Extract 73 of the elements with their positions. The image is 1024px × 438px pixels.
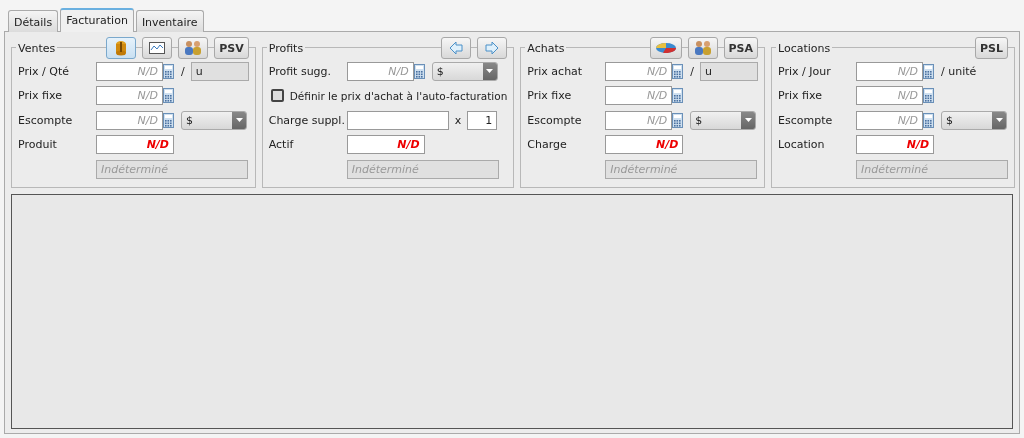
dropdown-arrow-icon	[486, 69, 494, 74]
field-label: Charge suppl.	[268, 113, 346, 127]
field-label: Prix fixe	[18, 89, 63, 103]
right-arrow-icon	[485, 41, 500, 55]
chart-icon	[149, 42, 166, 54]
quantity-field[interactable]: 1	[467, 110, 498, 130]
tab[interactable]: Facturation	[60, 8, 134, 32]
group-title: Achats	[525, 41, 567, 55]
people-icon	[184, 40, 203, 56]
total-field: N/D	[96, 135, 174, 155]
multiplier-sign: x	[454, 113, 462, 127]
calculator-icon[interactable]	[672, 112, 684, 128]
icon-button[interactable]	[649, 37, 682, 59]
field-label: Prix / Qté	[18, 64, 70, 78]
calculator-icon[interactable]	[923, 63, 935, 79]
currency-select[interactable]: $	[181, 110, 247, 130]
coin-stack-icon	[115, 40, 128, 56]
field-label: Charge	[527, 138, 568, 152]
group-title: Ventes	[16, 41, 58, 55]
unit-separator: /	[690, 64, 695, 78]
icon-button[interactable]	[106, 37, 137, 59]
note-field: Indéterminé	[96, 159, 248, 179]
icon-button[interactable]	[687, 37, 718, 59]
icon-button[interactable]	[142, 37, 173, 59]
action-button[interactable]: PSL	[975, 37, 1009, 59]
field-label: Escompte	[527, 113, 583, 127]
tab[interactable]: Inventaire	[135, 10, 204, 32]
field-label: Escompte	[18, 113, 74, 127]
calculator-icon[interactable]	[163, 112, 174, 128]
calculator-icon[interactable]	[923, 112, 935, 128]
note-field: Indéterminé	[605, 159, 758, 179]
pie-chart-icon	[654, 42, 677, 54]
checkbox[interactable]	[270, 89, 284, 103]
dropdown-arrow-icon	[995, 118, 1003, 123]
calculator-icon[interactable]	[923, 88, 935, 104]
group-title: Profits	[266, 41, 306, 55]
left-arrow-icon	[449, 41, 464, 55]
calculator-icon[interactable]	[413, 63, 425, 79]
action-button[interactable]: PSA	[723, 37, 759, 59]
total-field: N/D	[605, 135, 684, 155]
currency-select[interactable]: $	[690, 110, 757, 130]
field-label: Profit sugg.	[268, 64, 333, 78]
field-label: Prix achat	[527, 64, 584, 78]
field-label: Produit	[18, 138, 58, 152]
unit-text: / unité	[941, 64, 977, 78]
field-label: Prix / Jour	[778, 64, 832, 78]
dropdown-arrow-icon	[235, 118, 243, 123]
people-icon	[693, 40, 712, 56]
unit-separator: /	[181, 64, 185, 78]
field-label: Prix fixe	[527, 89, 573, 103]
field-label: Escompte	[778, 113, 834, 127]
icon-button[interactable]	[178, 37, 209, 59]
unit-field: u	[190, 61, 249, 81]
currency-select[interactable]: $	[431, 61, 498, 81]
unit-field: u	[700, 61, 759, 81]
total-field: N/D	[346, 135, 425, 155]
currency-select[interactable]: $	[941, 110, 1008, 130]
calculator-icon[interactable]	[672, 63, 684, 79]
calculator-icon[interactable]	[163, 88, 174, 104]
tab[interactable]: Détails	[8, 10, 59, 32]
field-label: Actif	[268, 138, 295, 152]
note-field: Indéterminé	[346, 159, 499, 179]
checkbox-label: Définir le prix d'achat à l'auto-facturation	[289, 89, 508, 102]
note-field: Indéterminé	[856, 159, 1009, 179]
charge-field[interactable]	[346, 110, 449, 130]
dropdown-arrow-icon	[744, 118, 752, 123]
field-label: Prix fixe	[778, 89, 823, 103]
calculator-icon[interactable]	[672, 88, 684, 104]
action-button[interactable]: PSV	[214, 37, 249, 59]
group-title: Locations	[776, 41, 833, 55]
field-label: Location	[778, 138, 826, 152]
total-field: N/D	[856, 135, 935, 155]
calculator-icon[interactable]	[163, 63, 174, 79]
